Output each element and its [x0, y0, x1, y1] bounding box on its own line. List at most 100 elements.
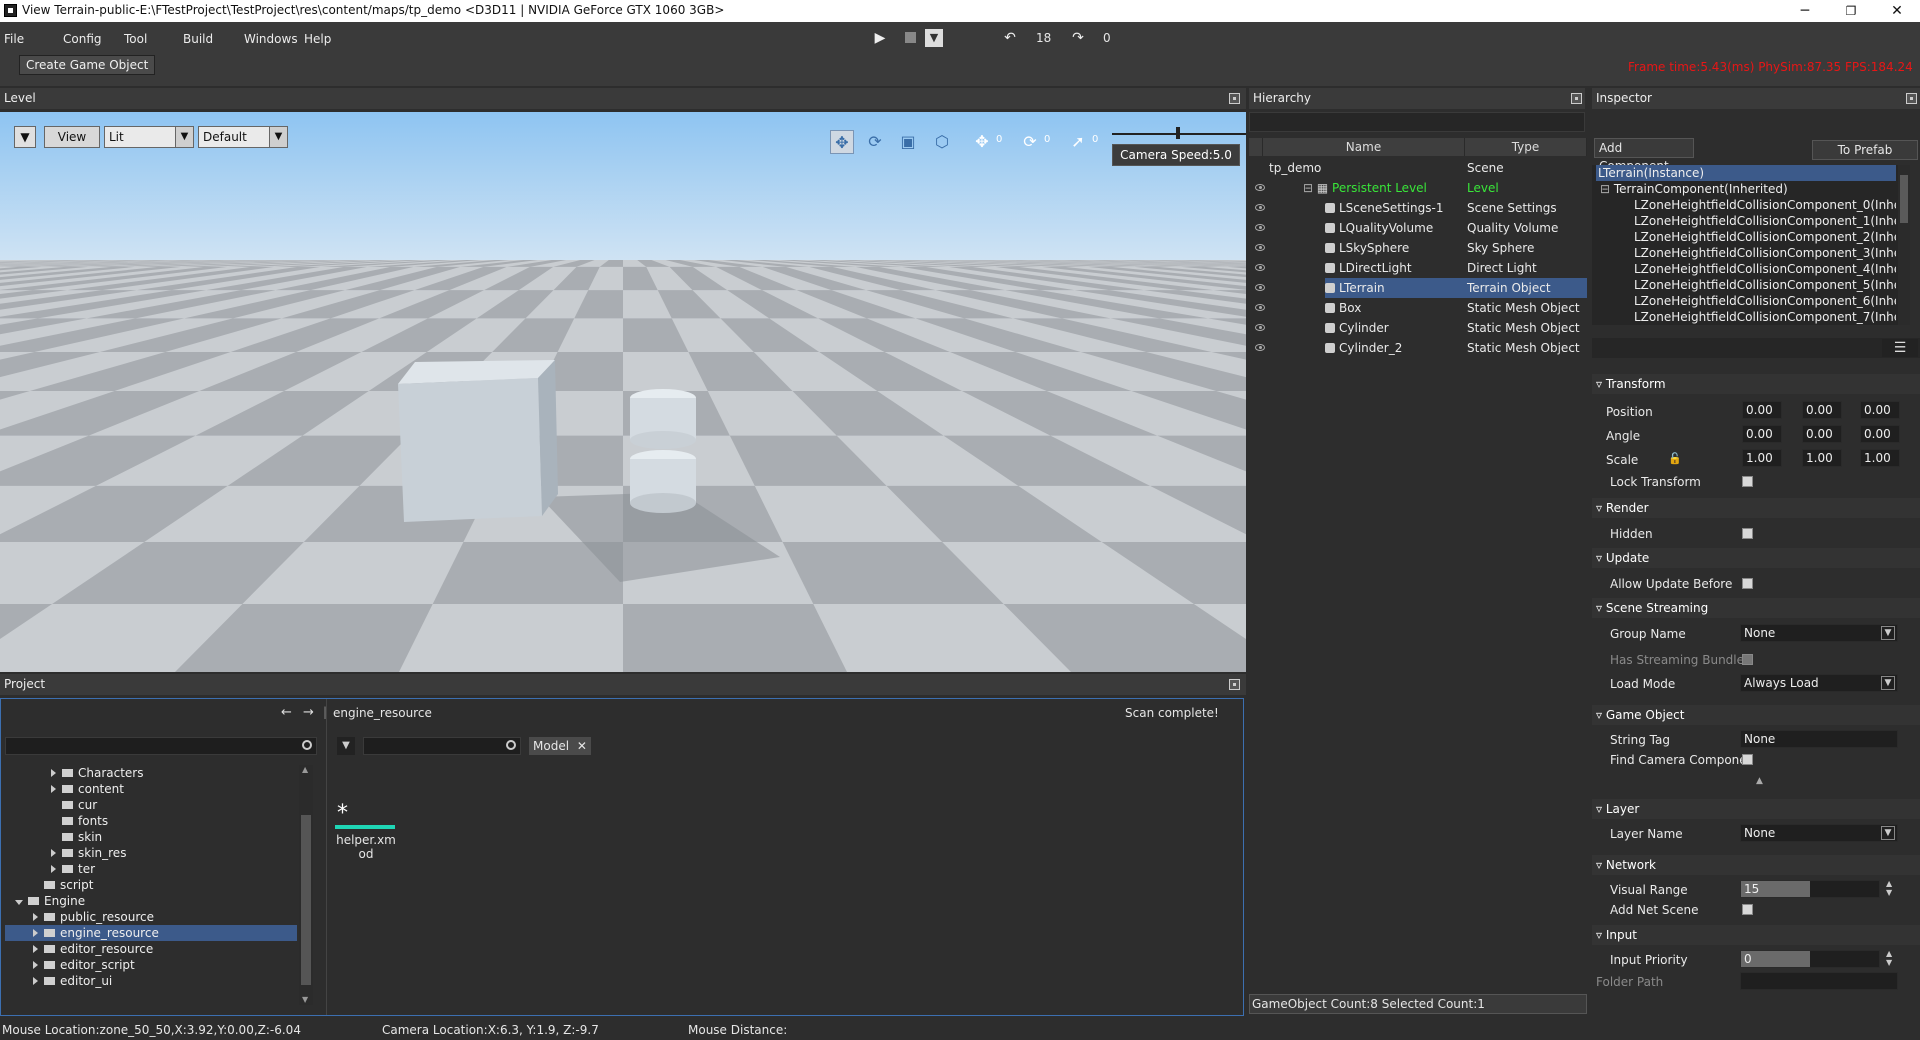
collapse-up-icon[interactable]: ▲ [1756, 776, 1763, 786]
visibility-eye-icon[interactable] [1255, 184, 1265, 191]
position-x-field[interactable]: 0.00 [1742, 401, 1782, 419]
menu-file[interactable]: File [4, 32, 24, 46]
menu-help[interactable]: Help [304, 32, 331, 46]
tree-folder-row[interactable]: Engine [5, 893, 297, 909]
collapse-icon[interactable]: ⊟ [1303, 181, 1317, 195]
hierarchy-row[interactable]: LTerrain Terrain Object [1249, 278, 1589, 298]
project-pin-icon[interactable] [1229, 679, 1240, 690]
tree-folder-row[interactable]: content [5, 781, 297, 797]
scale-x-field[interactable]: 1.00 [1742, 449, 1782, 467]
angle-z-field[interactable]: 0.00 [1860, 425, 1900, 443]
level-pin-icon[interactable] [1229, 93, 1240, 104]
expand-arrow-icon[interactable] [51, 849, 56, 857]
component-scroll-thumb[interactable] [1900, 175, 1908, 223]
component-row[interactable]: LZoneHeightfieldCollisionComponent_6(Inh… [1634, 293, 1896, 309]
remove-filter-icon[interactable]: ✕ [577, 739, 587, 753]
network-section-header[interactable]: ▿ Network [1592, 855, 1920, 875]
lock-icon[interactable]: 🔓 [1668, 452, 1682, 465]
view-button[interactable]: View [44, 126, 100, 148]
load-mode-select[interactable]: Always Load ▼ [1740, 674, 1898, 692]
position-y-field[interactable]: 0.00 [1802, 401, 1842, 419]
hierarchy-row[interactable]: ⊟ ▦ Persistent Level Level [1249, 178, 1589, 198]
transform-section-header[interactable]: ▿ Transform [1592, 374, 1920, 394]
tree-folder-row[interactable]: Characters [5, 765, 297, 781]
component-row[interactable]: LZoneHeightfieldCollisionComponent_2(Inh… [1634, 229, 1896, 245]
hierarchy-col-name[interactable]: Name [1263, 138, 1465, 156]
hierarchy-row[interactable]: Box Static Mesh Object [1249, 298, 1589, 318]
component-scrollbar[interactable] [1898, 165, 1910, 325]
scroll-up-icon[interactable]: ▲ [302, 765, 308, 774]
world-space-icon[interactable]: ⬡ [930, 130, 954, 154]
menu-build[interactable]: Build [183, 32, 213, 46]
move-tool-icon[interactable]: ✥ [830, 130, 854, 154]
tree-folder-row[interactable]: skin [5, 829, 297, 845]
expand-arrow-icon[interactable] [33, 961, 38, 969]
component-row[interactable]: LZoneHeightfieldCollisionComponent_4(Inh… [1634, 261, 1896, 277]
hierarchy-row[interactable]: tp_demo Scene [1249, 158, 1589, 178]
lock-transform-checkbox[interactable] [1742, 476, 1753, 487]
expanded-arrow-icon[interactable] [15, 900, 23, 905]
group-name-select[interactable]: None ▼ [1740, 624, 1898, 642]
play-icon[interactable]: ▶ [870, 28, 890, 48]
spin-arrows-icon[interactable]: ▲ ▼ [1886, 949, 1892, 967]
filter-dropdown-icon[interactable]: ▼ [337, 737, 355, 755]
hierarchy-row[interactable]: LDirectLight Direct Light [1249, 258, 1589, 278]
add-component-button[interactable]: Add Component [1594, 138, 1694, 173]
component-row[interactable]: LZoneHeightfieldCollisionComponent_3(Inh… [1634, 245, 1896, 261]
to-prefab-button[interactable]: To Prefab [1812, 140, 1918, 160]
component-row[interactable]: LZoneHeightfieldCollisionComponent_5(Inh… [1634, 277, 1896, 293]
hierarchy-pin-icon[interactable] [1571, 93, 1582, 104]
expand-arrow-icon[interactable] [33, 945, 38, 953]
rotate-tool-icon[interactable]: ⟳ [863, 130, 887, 154]
minimize-button[interactable]: ─ [1782, 0, 1828, 22]
scale-z-field[interactable]: 1.00 [1860, 449, 1900, 467]
scroll-down-icon[interactable]: ▼ [302, 995, 308, 1004]
list-view-icon[interactable]: ☰ [1882, 339, 1918, 357]
layer-name-select[interactable]: None ▼ [1740, 824, 1898, 842]
tree-folder-row[interactable]: ter [5, 861, 297, 877]
spin-arrows-icon[interactable]: ▲ ▼ [1886, 879, 1892, 897]
tree-folder-row[interactable]: editor_ui [5, 973, 297, 989]
string-tag-field[interactable]: None [1740, 730, 1898, 748]
hierarchy-row[interactable]: LSceneSettings-1 Scene Settings [1249, 198, 1589, 218]
position-z-field[interactable]: 0.00 [1860, 401, 1900, 419]
asset-search-input[interactable] [363, 737, 521, 755]
render-section-header[interactable]: ▿ Render [1592, 498, 1920, 518]
expand-arrow-icon[interactable] [33, 913, 38, 921]
shading-mode-select[interactable]: Lit ▼ [104, 126, 194, 148]
component-row[interactable]: LTerrain(Instance) [1596, 165, 1896, 181]
game-object-section-header[interactable]: ▿ Game Object [1592, 705, 1920, 725]
expand-arrow-icon[interactable] [51, 865, 56, 873]
component-row[interactable]: ⊟ TerrainComponent(Inherited) [1600, 181, 1896, 197]
tree-folder-row[interactable]: cur [5, 797, 297, 813]
undo-icon[interactable]: ↶ [1000, 28, 1020, 48]
stop-icon[interactable] [900, 28, 920, 48]
find-camera-checkbox[interactable] [1742, 754, 1753, 765]
visibility-eye-icon[interactable] [1255, 344, 1265, 351]
model-filter-tag[interactable]: Model ✕ [529, 737, 591, 755]
hierarchy-search-input[interactable] [1249, 112, 1585, 132]
scale-tool-icon[interactable]: ▣ [896, 130, 920, 154]
add-net-scene-checkbox[interactable] [1742, 904, 1753, 915]
tree-folder-row[interactable]: public_resource [5, 909, 297, 925]
visibility-eye-icon[interactable] [1255, 304, 1265, 311]
hidden-checkbox[interactable] [1742, 528, 1753, 539]
inspector-pin-icon[interactable] [1906, 93, 1917, 104]
tree-folder-row[interactable]: skin_res [5, 845, 297, 861]
scene-viewport[interactable]: ▼ View Lit ▼ Default ▼ ✥ ⟳ ▣ ⬡ ✥ 0 ⟳ 0 ➚… [0, 112, 1246, 672]
streaming-bundle-checkbox[interactable] [1742, 654, 1753, 665]
visibility-eye-icon[interactable] [1255, 204, 1265, 211]
menu-config[interactable]: Config [63, 32, 102, 46]
viewport-menu-icon[interactable]: ▼ [14, 126, 36, 148]
tree-scrollbar[interactable]: ▲ ▼ [299, 765, 313, 1005]
camera-speed-handle[interactable] [1176, 127, 1180, 139]
input-priority-slider[interactable]: 0 [1740, 950, 1880, 968]
visibility-eye-icon[interactable] [1255, 224, 1265, 231]
collapse-icon[interactable]: ⊟ [1600, 182, 1614, 196]
grid-snap-icon[interactable]: ✥ [970, 130, 994, 154]
tree-search-input[interactable] [5, 737, 317, 755]
component-row[interactable]: LZoneHeightfieldCollisionComponent_1(Inh… [1634, 213, 1896, 229]
update-section-header[interactable]: ▿ Update [1592, 548, 1920, 568]
visibility-eye-icon[interactable] [1255, 264, 1265, 271]
hierarchy-col-type[interactable]: Type [1465, 138, 1587, 156]
